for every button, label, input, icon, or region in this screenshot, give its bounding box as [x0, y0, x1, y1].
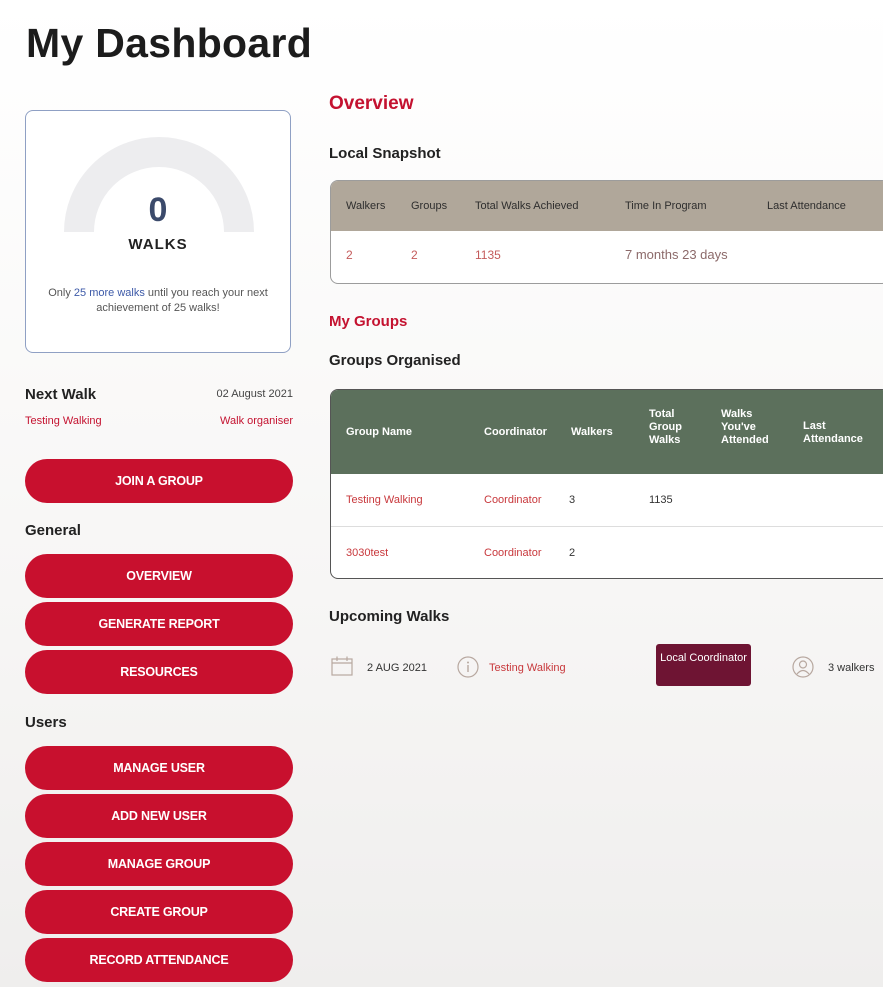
achievement-card: 0 WALKS Only 25 more walks until you rea… — [25, 110, 291, 353]
create-group-button[interactable]: CREATE GROUP — [25, 890, 293, 934]
snapshot-col-time: Time In Program — [625, 200, 707, 212]
resources-button[interactable]: RESOURCES — [25, 650, 293, 694]
group-coordinator-link[interactable]: Coordinator — [484, 547, 541, 559]
snapshot-header: Walkers Groups Total Walks Achieved Time… — [331, 181, 883, 231]
walk-name-link[interactable]: Testing Walking — [489, 662, 566, 674]
record-attendance-button[interactable]: RECORD ATTENDANCE — [25, 938, 293, 982]
snapshot-groups-value: 2 — [411, 248, 418, 262]
coordinator-badge: Local Coordinator — [656, 644, 751, 686]
groups-col-walkers: Walkers — [571, 426, 613, 438]
page-title: My Dashboard — [26, 20, 313, 66]
groups-col-walks-attended: Walks You've Attended — [721, 408, 769, 446]
overview-title: Overview — [329, 93, 414, 114]
achievement-message: Only 25 more walks until you reach your … — [48, 287, 268, 314]
walk-walkers: 3 walkers — [828, 662, 875, 674]
group-walkers: 2 — [569, 547, 576, 559]
upcoming-walks-title: Upcoming Walks — [329, 608, 450, 625]
group-total-walks: 1135 — [649, 494, 673, 506]
my-groups-title: My Groups — [329, 313, 408, 330]
users-section-label: Users — [25, 714, 67, 731]
groups-col-last-attendance: Last Attendance — [803, 420, 863, 445]
general-section-label: General — [25, 522, 81, 539]
snapshot-col-total-walks: Total Walks Achieved — [475, 200, 579, 212]
groups-header: Group Name Coordinator Walkers Total Gro… — [331, 390, 883, 474]
group-name-link[interactable]: Testing Walking — [346, 494, 423, 506]
walks-remaining: 25 more walks — [73, 287, 145, 299]
snapshot-col-last-attendance: Last Attendance — [767, 200, 846, 212]
user-icon — [792, 656, 814, 678]
groups-col-name: Group Name — [346, 426, 413, 438]
overview-button[interactable]: OVERVIEW — [25, 554, 293, 598]
local-snapshot-table: Walkers Groups Total Walks Achieved Time… — [330, 180, 883, 284]
snapshot-total-walks-value: 1135 — [475, 248, 501, 262]
snapshot-walkers-value: 2 — [346, 248, 353, 262]
generate-report-button[interactable]: GENERATE REPORT — [25, 602, 293, 646]
manage-user-button[interactable]: MANAGE USER — [25, 746, 293, 790]
group-name-link[interactable]: 3030test — [346, 547, 388, 559]
groups-col-total-walks: Total Group Walks — [649, 408, 682, 446]
info-icon[interactable] — [457, 656, 479, 678]
snapshot-col-walkers: Walkers — [346, 200, 386, 212]
next-walk-date: 02 August 2021 — [216, 388, 293, 400]
local-snapshot-title: Local Snapshot — [329, 145, 441, 162]
table-row: 3030test Coordinator 2 — [331, 527, 883, 578]
groups-organised-table: Group Name Coordinator Walkers Total Gro… — [330, 389, 883, 579]
snapshot-time-value: 7 months 23 days — [625, 247, 728, 262]
groups-col-coordinator: Coordinator — [484, 426, 547, 438]
next-walk-title: Next Walk — [25, 386, 97, 403]
walk-date: 2 AUG 2021 — [367, 662, 427, 674]
join-group-button[interactable]: JOIN A GROUP — [25, 459, 293, 503]
table-row: Testing Walking Coordinator 3 1135 — [331, 474, 883, 527]
group-coordinator-link[interactable]: Coordinator — [484, 494, 541, 506]
add-new-user-button[interactable]: ADD NEW USER — [25, 794, 293, 838]
next-walk-group-link[interactable]: Testing Walking — [25, 415, 102, 427]
group-walkers: 3 — [569, 494, 576, 506]
walk-count: 0 — [148, 191, 168, 229]
snapshot-col-groups: Groups — [411, 200, 448, 212]
manage-group-button[interactable]: MANAGE GROUP — [25, 842, 293, 886]
next-walk-role: Walk organiser — [220, 415, 293, 427]
walk-count-label: WALKS — [128, 236, 188, 253]
groups-organised-title: Groups Organised — [329, 352, 461, 369]
calendar-icon — [331, 656, 353, 676]
